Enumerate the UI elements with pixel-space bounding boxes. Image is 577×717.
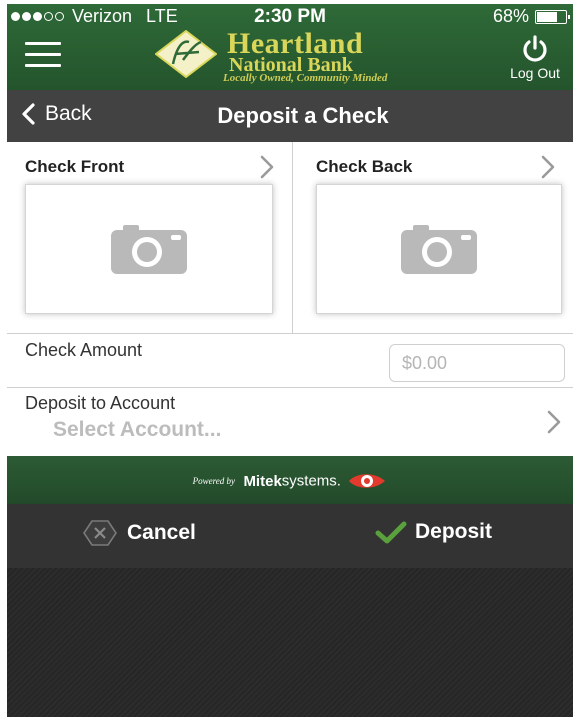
powered-by-content: Powered by Miteksystems.	[7, 470, 573, 492]
cancel-button[interactable]: Cancel	[83, 520, 196, 546]
deposit-account-selector[interactable]: Deposit to Account Select Account...	[7, 388, 573, 456]
bank-logo: Heartland National Bank Locally Owned, C…	[155, 28, 455, 86]
app-screen: Verizon LTE 2:30 PM 68% Heartland Nation…	[7, 4, 573, 717]
app-header: Verizon LTE 2:30 PM 68% Heartland Nation…	[7, 4, 573, 90]
status-bar: Verizon LTE 2:30 PM 68%	[7, 4, 573, 28]
deposit-account-label: Deposit to Account	[25, 393, 176, 413]
bank-tagline: Locally Owned, Community Minded	[223, 72, 388, 84]
powered-by-prefix: Powered by	[192, 476, 235, 486]
cancel-icon	[83, 520, 117, 546]
powered-by-banner: Powered by Miteksystems.	[7, 456, 573, 504]
action-bar: Cancel Deposit	[7, 504, 573, 568]
battery-icon	[535, 9, 570, 24]
empty-background-area	[7, 568, 573, 717]
mitek-brand-bold: Mitek	[243, 472, 282, 490]
check-amount-label: Check Amount	[25, 340, 143, 360]
check-images: Check Front Check Back	[7, 142, 573, 334]
check-front-capture[interactable]: Check Front	[7, 142, 293, 334]
logout-label: Log Out	[510, 65, 560, 81]
deposit-label: Deposit	[415, 520, 493, 543]
check-front-label: Check Front	[25, 157, 125, 176]
checkmark-icon	[375, 521, 407, 544]
deposit-button[interactable]: Deposit	[375, 520, 492, 544]
check-front-image[interactable]	[25, 184, 273, 314]
camera-icon	[401, 225, 477, 274]
check-back-label: Check Back	[316, 157, 413, 176]
check-back-image[interactable]	[316, 184, 562, 314]
chevron-right-icon	[260, 155, 274, 179]
chevron-right-icon	[547, 410, 561, 434]
cancel-label: Cancel	[127, 521, 196, 544]
bank-logo-mark	[155, 30, 217, 78]
check-back-capture[interactable]: Check Back	[294, 142, 573, 334]
battery-percent: 68%	[492, 6, 529, 26]
power-icon	[523, 35, 547, 62]
mitek-eye-logo-icon	[349, 474, 386, 488]
camera-icon	[111, 225, 187, 274]
logout-button[interactable]: Log Out	[503, 34, 567, 86]
nav-bar: Back Deposit a Check	[7, 90, 573, 142]
status-right: 68%	[492, 6, 570, 27]
check-amount-input[interactable]	[389, 344, 565, 382]
hamburger-menu-icon[interactable]	[25, 42, 61, 68]
deposit-account-value: Select Account...	[53, 418, 222, 441]
chevron-right-icon	[541, 155, 555, 179]
check-amount-row: Check Amount	[7, 334, 573, 388]
status-time: 2:30 PM	[254, 6, 326, 27]
page-title: Deposit a Check	[217, 103, 389, 128]
mitek-brand-rest: systems.	[281, 472, 341, 490]
